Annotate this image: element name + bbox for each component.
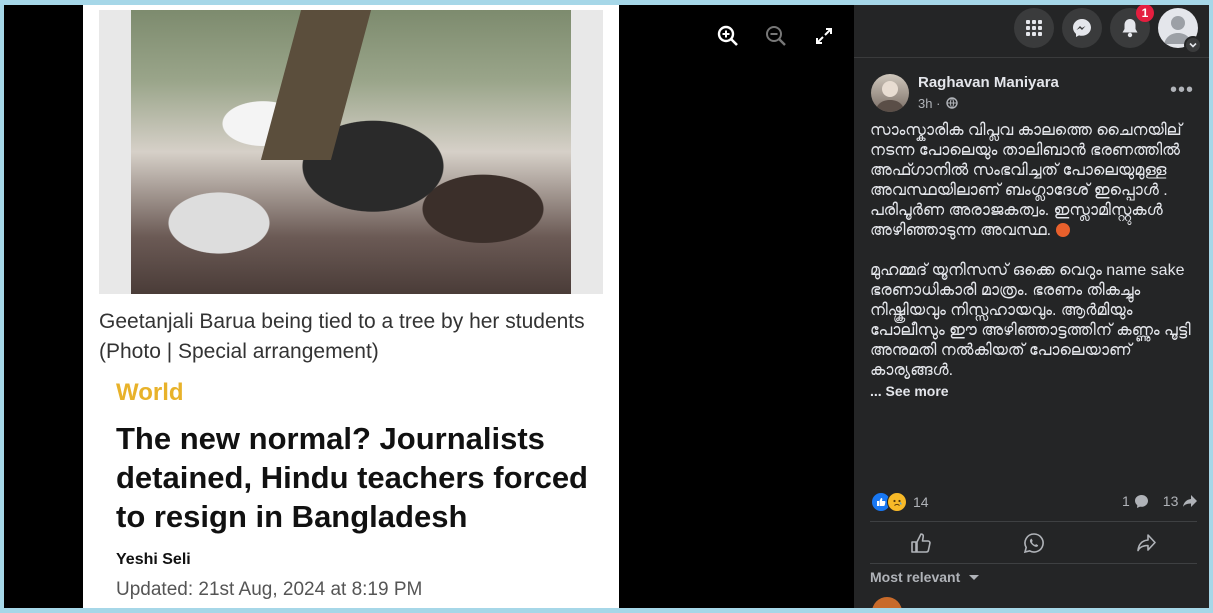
- sort-label: Most relevant: [870, 569, 961, 585]
- zoom-out-icon[interactable]: [763, 23, 789, 49]
- post-panel: 1 Raghavan Maniyara 3h · ••• സാംസ്കാരിക …: [854, 5, 1209, 608]
- post-paragraph-1: സാംസ്കാരിക വിപ്ലവ കാലത്തെ ചൈനയില് നടന്ന …: [870, 122, 1182, 239]
- angry-emoji-icon: [1055, 223, 1070, 237]
- share-count-icon: [1183, 495, 1198, 507]
- post-text: സാംസ്കാരിക വിപ്ലവ കാലത്തെ ചൈനയില് നടന്ന …: [870, 121, 1200, 402]
- account-menu-chevron-icon[interactable]: [1184, 36, 1202, 54]
- news-photo: [131, 10, 571, 294]
- post-time[interactable]: 3h ·: [918, 96, 940, 111]
- see-more-link[interactable]: ... See more: [870, 383, 949, 399]
- like-button[interactable]: [909, 531, 933, 555]
- top-bar: 1: [854, 5, 1209, 58]
- article-updated: Updated: 21st Aug, 2024 at 8:19 PM: [116, 579, 423, 600]
- divider-top: [870, 521, 1197, 522]
- zoom-in-icon[interactable]: [715, 23, 741, 49]
- reaction-summary[interactable]: 14: [871, 492, 929, 512]
- post-paragraph-2: മുഹമ്മദ് യൂനിസസ് ഒക്കെ വെറും name sake ഭ…: [870, 262, 1191, 379]
- share-button[interactable]: [1134, 531, 1158, 555]
- comment-count-icon: [1134, 494, 1148, 508]
- post-meta: 3h ·: [918, 96, 958, 111]
- globe-icon: [946, 97, 958, 109]
- whatsapp-button[interactable]: [1022, 531, 1046, 555]
- share-count[interactable]: 13: [1163, 493, 1179, 509]
- divider-bottom: [870, 563, 1197, 564]
- screen: Geetanjali Barua being tied to a tree by…: [4, 5, 1209, 608]
- author-name[interactable]: Raghavan Maniyara: [918, 74, 1059, 91]
- sort-dropdown[interactable]: Most relevant: [870, 569, 980, 585]
- notification-badge: 1: [1136, 5, 1154, 22]
- commenter-avatar[interactable]: [872, 597, 902, 608]
- reaction-count: 14: [913, 494, 929, 510]
- photo-viewer: Geetanjali Barua being tied to a tree by…: [4, 5, 854, 608]
- sad-reaction-icon: [887, 492, 907, 512]
- article-image: Geetanjali Barua being tied to a tree by…: [83, 5, 619, 608]
- comment-count[interactable]: 1: [1122, 493, 1130, 509]
- messenger-icon[interactable]: [1062, 8, 1102, 48]
- author-avatar[interactable]: [871, 74, 909, 112]
- section-label: World: [116, 379, 184, 406]
- photo-caption: Geetanjali Barua being tied to a tree by…: [99, 310, 585, 363]
- fullscreen-icon[interactable]: [811, 23, 837, 49]
- tree-trunk: [260, 10, 372, 160]
- article-headline: The new normal? Journalists detained, Hi…: [116, 421, 588, 534]
- article-byline: Yeshi Seli: [116, 551, 191, 568]
- menu-grid-icon[interactable]: [1014, 8, 1054, 48]
- engagement-counts: 1 13: [1122, 493, 1198, 509]
- caret-down-icon: [969, 575, 980, 580]
- more-options-icon[interactable]: •••: [1170, 79, 1194, 102]
